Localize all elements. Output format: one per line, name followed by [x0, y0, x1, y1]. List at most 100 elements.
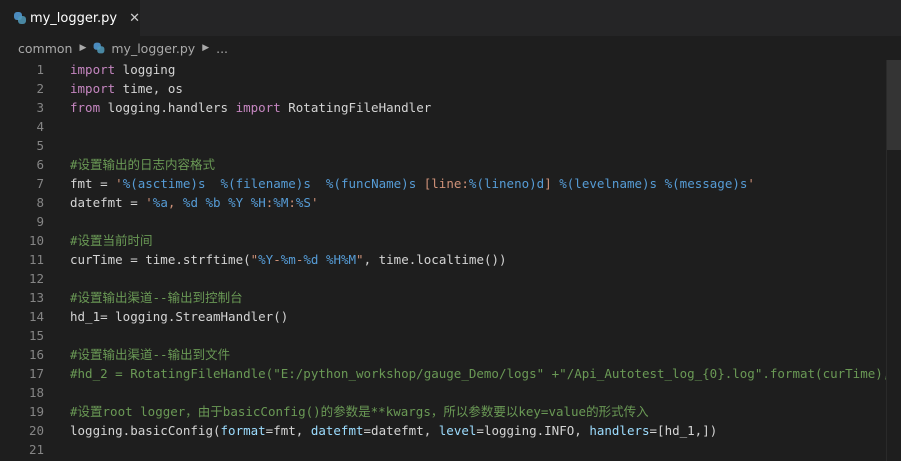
line-number: 2	[36, 81, 44, 96]
code-token: %b	[205, 195, 221, 210]
code-line[interactable]: 21	[0, 440, 901, 459]
code-token: datefmt	[310, 423, 364, 438]
code-line[interactable]: 15	[0, 326, 901, 345]
code-token: #设置输出渠道--输出到文件	[70, 347, 231, 362]
code-token: handlers	[589, 423, 650, 438]
python-icon	[14, 12, 26, 24]
code-text[interactable]: #设置输出的日志内容格式	[70, 155, 215, 174]
code-line[interactable]: 9	[0, 212, 901, 231]
line-number: 19	[28, 404, 44, 419]
code-line[interactable]: 12	[0, 269, 901, 288]
breadcrumb: common ▶ my_logger.py ▶ ...	[0, 36, 901, 60]
close-icon[interactable]: ✕	[129, 11, 140, 26]
code-line[interactable]: 20 logging.basicConfig(format=fmt, datefm…	[0, 421, 901, 440]
code-token: %S	[295, 195, 311, 210]
code-token: hd_1= logging.StreamHandler()	[70, 309, 289, 324]
code-text[interactable]: curTime = time.strftime("%Y-%m-%d %H%M",…	[70, 250, 507, 269]
code-text[interactable]: #设置输出渠道--输出到文件	[70, 345, 230, 364]
line-number: 4	[36, 119, 44, 134]
code-text[interactable]: #设置当前时间	[70, 231, 153, 250]
code-token: logging.basicConfig(	[70, 423, 221, 438]
breadcrumb-more[interactable]: ...	[216, 41, 228, 56]
code-line[interactable]: 14 hd_1= logging.StreamHandler()	[0, 307, 901, 326]
code-token: %(lineno)d	[468, 176, 545, 191]
code-token: curTime = time.strftime(	[70, 252, 251, 267]
code-token: -	[273, 252, 281, 267]
code-token: #设置输出的日志内容格式	[70, 157, 216, 172]
line-number: 5	[36, 138, 44, 153]
code-text[interactable]: #设置root logger，由于basicConfig()的参数是**kwar…	[70, 402, 649, 421]
code-line[interactable]: 3 from logging.handlers import RotatingFi…	[0, 98, 901, 117]
code-line[interactable]: 13 #设置输出渠道--输出到控制台	[0, 288, 901, 307]
code-token: %(filename)s	[220, 176, 311, 191]
code-text[interactable]: logging.basicConfig(format=fmt, datefmt=…	[70, 421, 717, 440]
code-token: %a	[152, 195, 168, 210]
code-token: =[hd_1,])	[649, 423, 718, 438]
code-text[interactable]: import time, os	[70, 79, 183, 98]
line-number: 15	[28, 328, 44, 343]
code-token: logging.handlers	[100, 100, 236, 115]
code-token: %H	[250, 195, 266, 210]
code-token: time, os	[115, 81, 183, 96]
line-number: 20	[28, 423, 44, 438]
code-token: '	[115, 176, 123, 191]
tab-my-logger[interactable]: my_logger.py ✕	[0, 0, 140, 36]
code-line[interactable]: 18	[0, 383, 901, 402]
code-line[interactable]: 4	[0, 117, 901, 136]
line-number: 7	[36, 176, 44, 191]
scrollbar-thumb[interactable]	[887, 60, 901, 150]
code-line[interactable]: 8 datefmt = '%a, %d %b %Y %H:%M:%S'	[0, 193, 901, 212]
code-line[interactable]: 19 #设置root logger，由于basicConfig()的参数是**kw…	[0, 402, 901, 421]
code-line[interactable]: 17 #hd_2 = RotatingFileHandle("E:/python_…	[0, 364, 901, 383]
breadcrumb-folder[interactable]: common	[18, 41, 72, 56]
code-token: fmt =	[70, 176, 116, 191]
code-text[interactable]: hd_1= logging.StreamHandler()	[70, 307, 288, 326]
code-token: #设置root logger，由于basicConfig()的参数是**kwar…	[70, 404, 649, 419]
code-line[interactable]: 7 fmt = '%(asctime)s %(filename)s %(funcN…	[0, 174, 901, 193]
code-editor[interactable]: 1 import logging 2 import time, os 3 from log…	[0, 60, 901, 461]
code-token: :	[288, 195, 296, 210]
code-token: #hd_2 = RotatingFileHandle("E:/python_wo…	[70, 366, 891, 381]
code-token: ]	[544, 176, 560, 191]
code-token: =logging.INFO,	[476, 423, 590, 438]
code-line[interactable]: 10 #设置当前时间	[0, 231, 901, 250]
code-token: %M	[273, 195, 289, 210]
code-token: %(levelname)s	[559, 176, 658, 191]
breadcrumb-file[interactable]: my_logger.py	[93, 41, 195, 56]
code-text[interactable]: fmt = '%(asctime)s %(filename)s %(funcNa…	[70, 174, 755, 193]
breadcrumb-file-label: my_logger.py	[111, 40, 196, 56]
line-number: 13	[28, 290, 44, 305]
code-line[interactable]: 5	[0, 136, 901, 155]
code-token: %d	[303, 252, 319, 267]
line-number: 21	[28, 442, 44, 457]
code-text[interactable]: import logging	[70, 60, 175, 79]
line-number: 12	[28, 271, 44, 286]
line-number: 8	[36, 195, 44, 210]
code-token: %(asctime)s	[122, 176, 206, 191]
code-line[interactable]: 1 import logging	[0, 60, 901, 79]
chevron-right-icon: ▶	[79, 43, 87, 53]
code-text[interactable]: from logging.handlers import RotatingFil…	[70, 98, 431, 117]
line-number: 18	[28, 385, 44, 400]
chevron-right-icon: ▶	[202, 43, 210, 53]
code-line[interactable]: 11 curTime = time.strftime("%Y-%m-%d %H%M…	[0, 250, 901, 269]
code-token: format	[220, 423, 266, 438]
vertical-scrollbar[interactable]	[886, 60, 901, 461]
code-line[interactable]: 6 #设置输出的日志内容格式	[0, 155, 901, 174]
code-token: import	[235, 100, 281, 115]
code-token: %H%M	[325, 252, 357, 267]
line-number: 11	[28, 252, 44, 267]
code-line[interactable]: 16 #设置输出渠道--输出到文件	[0, 345, 901, 364]
code-text[interactable]: datefmt = '%a, %d %b %Y %H:%M:%S'	[70, 193, 318, 212]
code-text[interactable]: #hd_2 = RotatingFileHandle("E:/python_wo…	[70, 364, 890, 383]
code-line[interactable]: 2 import time, os	[0, 79, 901, 98]
code-token: , time.localtime())	[363, 252, 507, 267]
code-text[interactable]: #设置输出渠道--输出到控制台	[70, 288, 243, 307]
code-token: RotatingFileHandler	[280, 100, 432, 115]
code-token: #设置输出渠道--输出到控制台	[70, 290, 243, 305]
tab-bar: my_logger.py ✕	[0, 0, 901, 36]
